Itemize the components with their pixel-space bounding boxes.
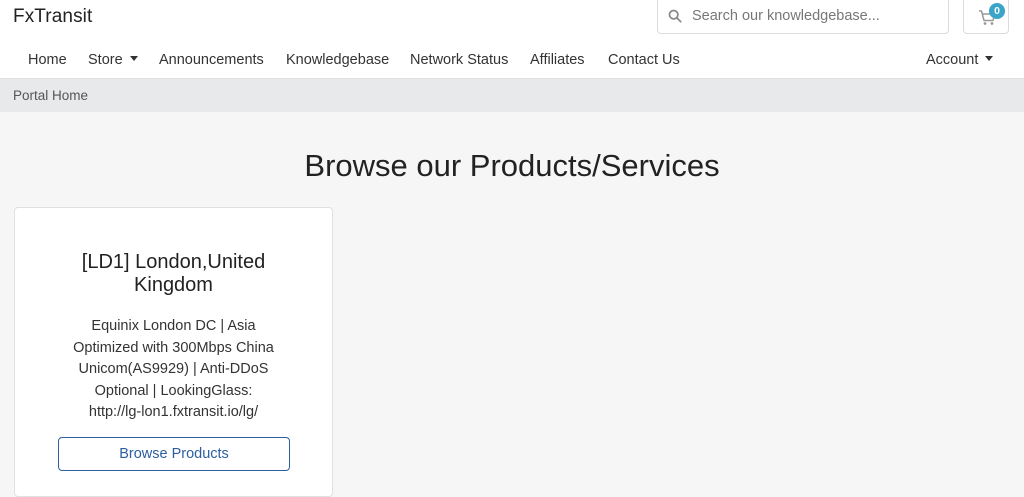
product-card-title: [LD1] London,United Kingdom (35, 251, 312, 297)
nav-item-label: Knowledgebase (286, 52, 390, 68)
page-title: Browse our Products/Services (304, 148, 720, 183)
nav-item-label: Store (88, 52, 123, 68)
nav-item-announcements[interactable]: Announcements (159, 52, 264, 68)
nav-item-network-status[interactable]: Network Status (410, 52, 508, 68)
browse-products-button[interactable]: Browse Products (58, 437, 290, 471)
search-box[interactable] (657, 0, 949, 34)
nav-item-label: Account (926, 52, 979, 68)
site-header: FxTransit 0 Home Store Announcements Kno… (0, 0, 1024, 78)
brand-logo-text[interactable]: FxTransit (13, 6, 92, 28)
nav-item-account[interactable]: Account (926, 52, 994, 68)
product-card-description: Equinix London DC | Asia Optimized with … (45, 316, 302, 424)
caret-down-icon (129, 56, 138, 61)
nav-item-knowledgebase[interactable]: Knowledgebase (286, 52, 389, 68)
search-icon (668, 9, 682, 23)
product-description-line: Optional | LookingGlass: (94, 382, 253, 399)
product-description-line: Unicom(AS9929) | Anti-DDoS (78, 361, 269, 377)
product-card-title-line: Kingdom (134, 274, 213, 296)
search-input[interactable] (692, 4, 942, 28)
nav-item-label: Contact Us (608, 52, 680, 68)
caret-down-icon (985, 56, 994, 61)
nav-item-home[interactable]: Home (28, 52, 67, 68)
nav-item-contact-us[interactable]: Contact Us (608, 52, 680, 68)
nav-item-label: Network Status (410, 52, 509, 68)
main-nav: Home Store Announcements Knowledgebase N… (0, 48, 1024, 78)
nav-item-label: Affiliates (530, 52, 585, 68)
breadcrumb-item-portal-home[interactable]: Portal Home (13, 88, 88, 103)
product-description-line: Optimized with 300Mbps China (73, 339, 274, 356)
nav-item-label: Announcements (159, 52, 264, 68)
breadcrumb: Portal Home (0, 78, 1024, 112)
cart-count-badge: 0 (989, 3, 1005, 19)
product-description-line: http://lg-lon1.fxtransit.io/lg/ (88, 404, 259, 420)
nav-item-label: Home (28, 52, 67, 68)
product-description-line: Equinix London DC | Asia (91, 318, 256, 334)
product-card: [LD1] London,United Kingdom Equinix Lond… (14, 207, 333, 497)
nav-item-store[interactable]: Store (88, 52, 138, 68)
product-card-title-line: [LD1] London,United (81, 251, 266, 273)
nav-item-affiliates[interactable]: Affiliates (530, 52, 585, 68)
cart-button[interactable]: 0 (963, 0, 1009, 34)
